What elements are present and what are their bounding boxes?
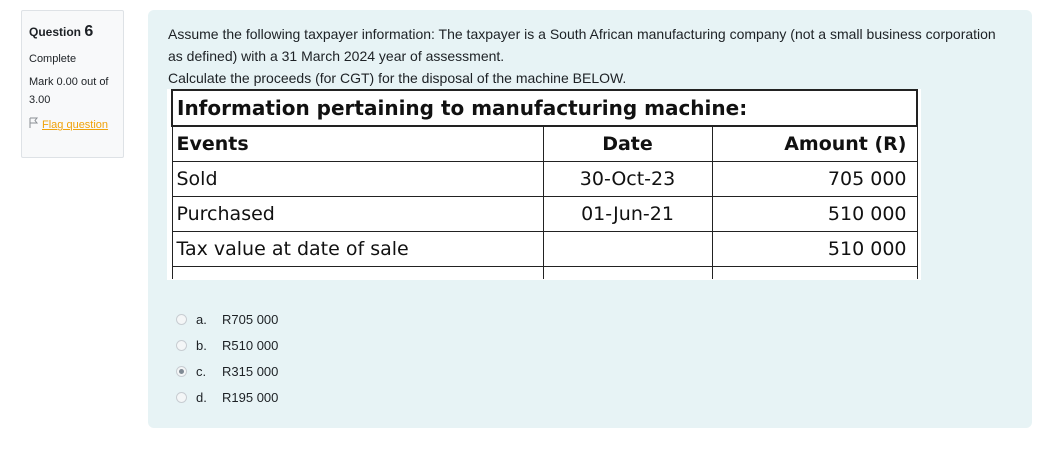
answer-radio[interactable] xyxy=(176,339,187,351)
row-event: Purchased xyxy=(171,196,544,232)
row-event: Sold xyxy=(171,161,544,197)
question-table-image: Information pertaining to manufacturing … xyxy=(167,89,921,280)
question-text: Assume the following taxpayer informatio… xyxy=(168,23,1008,89)
answer-option-c[interactable]: c. R315 000 xyxy=(176,358,278,384)
flag-icon xyxy=(29,117,39,136)
table-row-partial xyxy=(171,266,918,279)
machine-info-table: Information pertaining to manufacturing … xyxy=(171,89,918,279)
question-number: Question 6 xyxy=(29,19,116,45)
table-row: Tax value at date of sale 510 000 xyxy=(171,231,918,267)
row-date xyxy=(542,231,713,267)
answer-option-a[interactable]: a. R705 000 xyxy=(176,306,278,332)
question-content: Assume the following taxpayer informatio… xyxy=(148,10,1032,428)
header-amount: Amount (R) xyxy=(711,125,918,162)
question-info-panel: Question 6 Complete Mark 0.00 out of 3.0… xyxy=(21,10,124,158)
answer-radio-selected[interactable] xyxy=(176,365,187,377)
row-amount: 510 000 xyxy=(711,231,918,267)
answer-option-d[interactable]: d. R195 000 xyxy=(176,384,278,410)
table-row: Sold 30-Oct-23 705 000 xyxy=(171,161,918,197)
question-state: Complete xyxy=(29,52,77,65)
flag-question-label[interactable]: Flag question xyxy=(42,117,108,134)
answer-text: R195 000 xyxy=(222,389,279,405)
answer-radio[interactable] xyxy=(176,313,187,325)
answer-letter: d. xyxy=(196,389,207,405)
empty-cell xyxy=(171,266,544,279)
row-date: 01-Jun-21 xyxy=(542,196,713,232)
row-event: Tax value at date of sale xyxy=(171,231,544,267)
flag-question-link[interactable]: Flag question xyxy=(29,117,116,136)
question-text-line2: Calculate the proceeds (for CGT) for the… xyxy=(168,70,627,86)
answer-letter: b. xyxy=(196,337,207,353)
question-number-value: 6 xyxy=(84,23,94,40)
table-title: Information pertaining to manufacturing … xyxy=(171,89,918,127)
answer-radio[interactable] xyxy=(176,391,187,403)
answer-text: R705 000 xyxy=(222,311,279,327)
table-row: Purchased 01-Jun-21 510 000 xyxy=(171,196,918,232)
answer-letter: a. xyxy=(196,311,207,327)
question-label: Question xyxy=(29,25,82,39)
header-events: Events xyxy=(171,125,544,162)
row-amount: 510 000 xyxy=(711,196,918,232)
question-mark: Mark 0.00 out of 3.00 xyxy=(29,76,109,106)
answer-text: R315 000 xyxy=(222,363,279,379)
question-text-line1: Assume the following taxpayer informatio… xyxy=(168,26,996,64)
answer-options: a. R705 000 b. R510 000 c. R315 000 d. R… xyxy=(176,306,278,410)
answer-text: R510 000 xyxy=(222,337,279,353)
header-date: Date xyxy=(542,125,713,162)
answer-letter: c. xyxy=(196,363,207,379)
row-date: 30-Oct-23 xyxy=(542,161,713,197)
empty-cell xyxy=(711,266,918,279)
empty-cell xyxy=(542,266,713,279)
row-amount: 705 000 xyxy=(711,161,918,197)
answer-option-b[interactable]: b. R510 000 xyxy=(176,332,278,358)
